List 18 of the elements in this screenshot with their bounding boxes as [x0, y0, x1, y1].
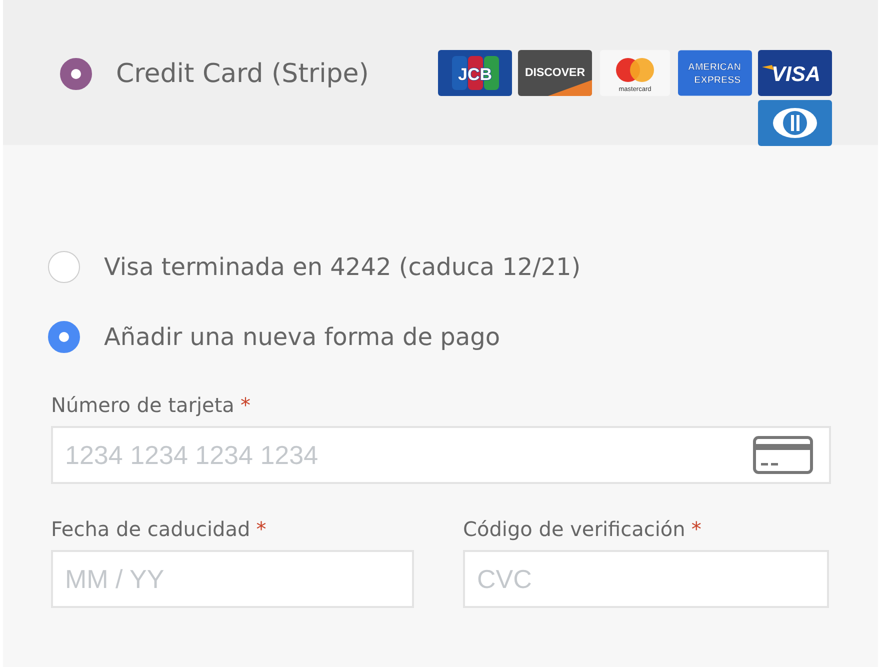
expiry-field[interactable]: MM / YY: [51, 550, 414, 608]
radio-button[interactable]: [60, 58, 92, 90]
radio-button[interactable]: [48, 321, 80, 353]
field-label: Fecha de caducidad: [51, 517, 250, 543]
visa-logo: VISA: [758, 50, 832, 96]
required-mark: *: [256, 517, 266, 543]
field-label: Código de verificación: [463, 517, 686, 543]
card-number-field[interactable]: 1234 1234 1234 1234: [51, 426, 831, 484]
cvc-field[interactable]: CVC: [463, 550, 829, 608]
option-label: Visa terminada en 4242 (caduca 12/21): [104, 253, 581, 281]
payment-method-label: Credit Card (Stripe): [116, 58, 369, 91]
option-label: Añadir una nueva forma de pago: [104, 323, 500, 351]
credit-card-icon: [753, 436, 813, 474]
amex-logo: AMERICAN EXPRESS: [678, 50, 752, 96]
required-mark: *: [240, 393, 250, 419]
required-mark: *: [691, 517, 702, 543]
field-label: Número de tarjeta: [51, 393, 234, 419]
discover-logo: DISCOVER: [518, 50, 592, 96]
